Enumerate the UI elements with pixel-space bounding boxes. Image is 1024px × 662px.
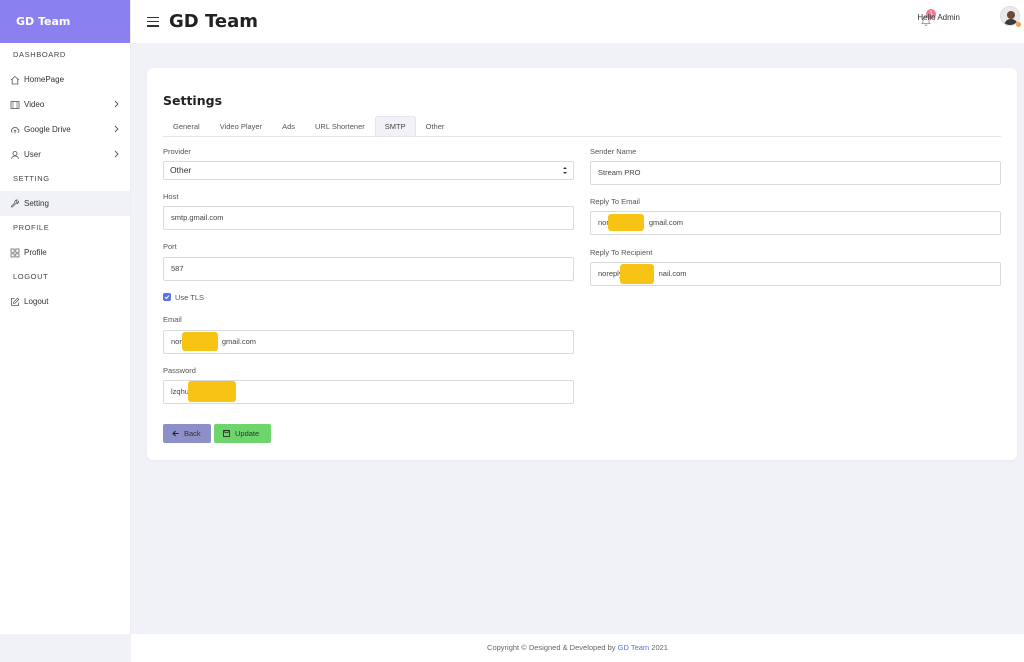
update-button-label: Update <box>235 429 260 438</box>
sidebar-item-label: HomePage <box>24 75 65 84</box>
footer-brand-link[interactable]: GD Team <box>618 643 650 652</box>
edit-icon <box>10 297 20 307</box>
sidebar-item-user[interactable]: User <box>0 142 130 167</box>
menu-icon[interactable] <box>147 16 159 27</box>
user-greeting[interactable]: Hello Admin <box>917 13 960 23</box>
grid-icon <box>10 248 20 258</box>
check-icon <box>164 295 170 300</box>
tab-other[interactable]: Other <box>416 116 455 136</box>
sidebar-item-homepage[interactable]: HomePage <box>0 67 130 92</box>
sidebar-item-google-drive[interactable]: Google Drive <box>0 117 130 142</box>
select-arrows-icon <box>563 167 567 174</box>
settings-tabs: General Video Player Ads URL Shortener S… <box>163 116 1001 137</box>
email-input[interactable]: nor gmail.com <box>163 330 574 354</box>
tab-ads[interactable]: Ads <box>272 116 305 136</box>
footer-text: Copyright © Designed & Developed by <box>487 643 616 652</box>
host-label: Host <box>163 192 179 201</box>
email-value-prefix: nor <box>171 337 182 346</box>
sidebar-item-label: Google Drive <box>24 125 71 134</box>
tab-smtp[interactable]: SMTP <box>374 116 416 136</box>
redaction-mark <box>608 214 644 231</box>
wrench-icon <box>10 199 20 209</box>
reply-to-email-input[interactable]: nor gmail.com <box>590 211 1001 235</box>
use-tls-label: Use TLS <box>175 293 205 302</box>
back-button-label: Back <box>184 429 201 438</box>
sidebar-item-setting[interactable]: Setting <box>0 191 130 216</box>
settings-title: Settings <box>163 93 223 108</box>
sidebar-item-label: Video <box>24 100 45 109</box>
section-logout: LOGOUT <box>13 272 49 281</box>
user-icon <box>10 150 20 160</box>
reply-to-recipient-label: Reply To Recipient <box>590 248 653 257</box>
tab-video-player[interactable]: Video Player <box>210 116 272 136</box>
tab-general[interactable]: General <box>163 116 210 136</box>
port-input[interactable]: 587 <box>163 257 574 281</box>
page-title: GD Team <box>169 11 258 32</box>
brand-logo[interactable]: GD Team <box>0 0 130 43</box>
footer-year: 2021 <box>651 643 668 652</box>
sidebar: GD Team DASHBOARD HomePage Video Google … <box>0 0 131 634</box>
back-button[interactable]: Back <box>163 424 211 443</box>
redaction-mark <box>620 264 654 284</box>
sidebar-item-logout[interactable]: Logout <box>0 289 130 314</box>
password-value-prefix: lzqhu <box>171 387 189 396</box>
arrow-left-icon <box>172 430 179 437</box>
redaction-mark <box>182 332 218 351</box>
settings-card: Settings General Video Player Ads URL Sh… <box>147 68 1017 460</box>
sidebar-item-label: Logout <box>24 297 49 306</box>
host-input[interactable]: smtp.gmail.com <box>163 206 574 230</box>
use-tls-checkbox[interactable] <box>163 293 171 301</box>
email-value-suffix: gmail.com <box>221 337 257 346</box>
section-dashboard: DASHBOARD <box>13 50 66 59</box>
sidebar-item-label: User <box>24 150 41 159</box>
cloud-upload-icon <box>10 125 20 135</box>
chevron-right-icon <box>114 150 119 158</box>
provider-value: Other <box>170 165 192 175</box>
top-header: GD Team 1 Hello Admin <box>131 0 1024 43</box>
chevron-right-icon <box>114 125 119 133</box>
email-label: Email <box>163 315 182 324</box>
status-dot <box>1016 22 1021 27</box>
film-icon <box>10 100 20 110</box>
sidebar-item-label: Setting <box>24 199 49 208</box>
reply-to-recipient-suffix: nail.com <box>658 269 687 278</box>
reply-to-email-label: Reply To Email <box>590 197 640 206</box>
save-icon <box>223 430 230 437</box>
reply-to-recipient-prefix: noreply <box>598 269 623 278</box>
section-profile: PROFILE <box>13 223 50 232</box>
section-setting: SETTING <box>13 174 50 183</box>
sender-name-label: Sender Name <box>590 147 637 156</box>
update-button[interactable]: Update <box>214 424 271 443</box>
provider-select[interactable]: Other <box>163 161 574 180</box>
password-label: Password <box>163 366 196 375</box>
sender-name-input[interactable]: Stream PRO <box>590 161 1001 185</box>
sidebar-item-label: Profile <box>24 248 47 257</box>
port-label: Port <box>163 242 177 251</box>
redaction-mark <box>188 381 236 402</box>
sidebar-item-video[interactable]: Video <box>0 92 130 117</box>
sidebar-item-profile[interactable]: Profile <box>0 240 130 265</box>
footer: Copyright © Designed & Developed by GD T… <box>131 634 1024 662</box>
tab-url-shortener[interactable]: URL Shortener <box>305 116 375 136</box>
home-icon <box>10 75 20 85</box>
reply-to-email-suffix: gmail.com <box>648 218 684 227</box>
chevron-right-icon <box>114 100 119 108</box>
provider-label: Provider <box>163 147 191 156</box>
